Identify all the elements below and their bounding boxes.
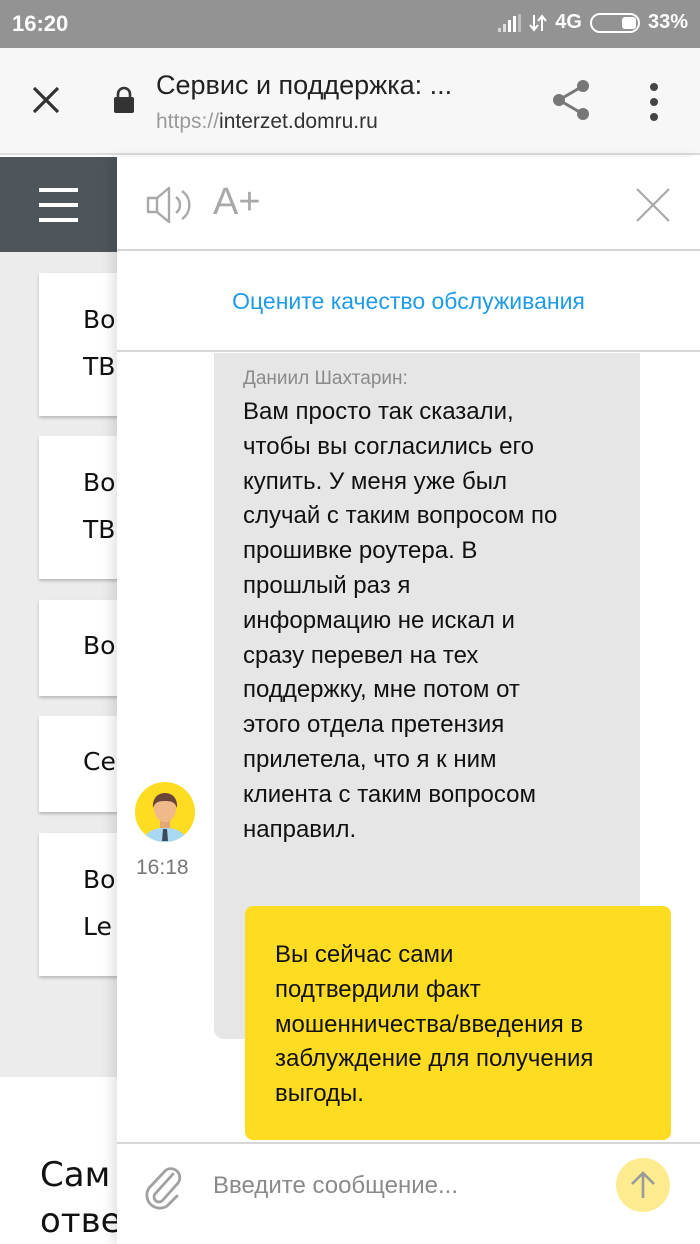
- card-line: Во: [83, 631, 116, 660]
- close-icon[interactable]: [28, 82, 64, 118]
- card-line: Le: [83, 912, 112, 941]
- message-time: 16:18: [136, 856, 189, 879]
- rate-service-link[interactable]: Оцените качество обслуживания: [232, 288, 585, 315]
- card-line: Во: [83, 468, 116, 497]
- card-line: Во: [83, 865, 116, 894]
- hamburger-line: [39, 188, 78, 192]
- section-heading: Сам отве: [40, 1152, 122, 1244]
- card-line: ТВ: [83, 515, 116, 544]
- message-composer: [117, 1142, 700, 1244]
- message-text: Вам просто так сказали, чтобы вы согласи…: [243, 398, 558, 843]
- battery-icon: [589, 12, 640, 33]
- card-line: Во: [83, 305, 116, 334]
- chat-header: A+: [117, 157, 700, 251]
- menu-button[interactable]: [0, 157, 117, 252]
- hamburger-line: [39, 218, 78, 222]
- battery-level: 33%: [647, 11, 688, 33]
- send-button[interactable]: [616, 1158, 670, 1212]
- status-indicators: 4G 33%: [498, 11, 688, 34]
- paperclip-icon[interactable]: [143, 1164, 183, 1212]
- message-input[interactable]: [213, 1166, 593, 1206]
- close-icon[interactable]: [635, 187, 671, 223]
- outgoing-message: Вы сейчас сами подтвердили факт мошеннич…: [245, 906, 671, 1140]
- font-size-button[interactable]: A+: [213, 181, 261, 224]
- rating-bar: Оцените качество обслуживания: [117, 251, 700, 352]
- page-title: Сервис и поддержка: ...: [156, 70, 453, 100]
- browser-toolbar: Сервис и поддержка: ... https://interzet…: [0, 48, 700, 155]
- page-url[interactable]: https://interzet.domru.ru: [156, 110, 378, 134]
- speaker-icon[interactable]: [145, 185, 201, 225]
- card-line: ТВ: [83, 352, 116, 381]
- more-vert-icon[interactable]: [644, 82, 664, 122]
- card-line: Се: [83, 747, 116, 776]
- arrow-up-icon: [631, 1171, 655, 1198]
- hamburger-line: [39, 203, 78, 207]
- heading-line: отве: [40, 1201, 122, 1241]
- data-arrows-icon: [529, 13, 548, 32]
- network-type: 4G: [555, 11, 582, 33]
- message-sender: Даниил Шахтарин:: [243, 368, 408, 389]
- url-host: interzet.domru.ru: [219, 110, 378, 133]
- chat-panel: A+ Оцените качество обслуживания Даниил …: [117, 157, 700, 1244]
- status-bar: 16:20 4G 33%: [0, 0, 700, 48]
- lock-icon: [114, 86, 134, 113]
- url-scheme: https://: [156, 110, 220, 133]
- signal-icon: [498, 13, 522, 32]
- operator-avatar: [135, 782, 195, 842]
- message-text: Вы сейчас сами подтвердили факт мошеннич…: [275, 941, 594, 1108]
- share-icon[interactable]: [550, 78, 592, 122]
- heading-line: Сам: [40, 1155, 111, 1195]
- status-time: 16:20: [12, 11, 69, 36]
